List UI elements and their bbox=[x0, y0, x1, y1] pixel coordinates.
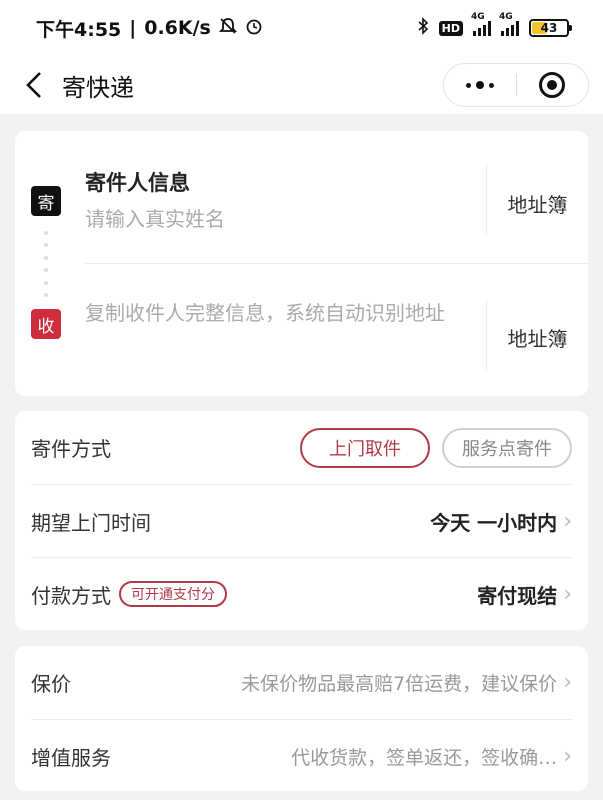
page-title: 寄快递 bbox=[62, 73, 134, 102]
chevron-left-icon bbox=[26, 72, 41, 98]
pickup-time-label: 期望上门时间 bbox=[31, 510, 151, 535]
chevron-right-icon: › bbox=[563, 508, 572, 534]
nav-bar: 寄快递 bbox=[0, 56, 603, 114]
sender-address-book-button[interactable]: 地址簿 bbox=[487, 189, 588, 218]
shipping-options-card: 寄件方式 上门取件 服务点寄件 期望上门时间 今天 一小时内 › 付款方式 可开… bbox=[15, 411, 588, 630]
back-button[interactable] bbox=[0, 56, 60, 114]
payscore-tag[interactable]: 可开通支付分 bbox=[119, 581, 227, 607]
signal-icon: 4G bbox=[499, 12, 519, 36]
extras-card: 保价 未保价物品最高赔7倍运费，建议保价 › 增值服务 代收货款，签单返还，签收… bbox=[15, 646, 588, 791]
close-miniprogram-button[interactable] bbox=[517, 64, 589, 106]
recipient-address-book-button[interactable]: 地址簿 bbox=[487, 323, 588, 352]
bluetooth-icon bbox=[417, 17, 429, 39]
network-speed: 0.6K/s bbox=[144, 17, 211, 39]
address-card: 寄 收 寄件人信息 请输入真实姓名 地址簿 复制收件人完整信息，系统自动识别地址… bbox=[15, 131, 588, 396]
more-dots-icon bbox=[465, 81, 494, 89]
signal-icon: 4G bbox=[471, 12, 491, 36]
more-button[interactable] bbox=[444, 64, 516, 106]
battery-level: 43 bbox=[540, 21, 558, 35]
insurance-row[interactable]: 保价 未保价物品最高赔7倍运费，建议保价 › bbox=[31, 646, 572, 719]
recipient-info-input[interactable]: 复制收件人完整信息，系统自动识别地址 bbox=[85, 297, 475, 330]
pickup-button[interactable]: 上门取件 bbox=[300, 427, 430, 468]
chevron-right-icon: › bbox=[563, 743, 572, 769]
target-icon bbox=[539, 72, 566, 98]
sender-title[interactable]: 寄件人信息 bbox=[85, 167, 190, 197]
payment-method-row[interactable]: 付款方式 可开通支付分 寄付现结 › bbox=[31, 557, 572, 630]
value-added-service-value: 代收货款，签单返还，签收确… bbox=[291, 746, 558, 769]
battery-icon: 43 bbox=[529, 19, 572, 37]
status-bar: 下午4:55 | 0.6K/s HD 4G 4G 43 bbox=[0, 0, 603, 56]
clock: 下午4:55 bbox=[36, 18, 122, 41]
sender-name-input[interactable]: 请输入真实姓名 bbox=[85, 203, 225, 232]
service-point-button[interactable]: 服务点寄件 bbox=[442, 427, 572, 468]
hd-badge: HD bbox=[438, 20, 463, 36]
payment-method-label: 付款方式 bbox=[31, 583, 111, 608]
dotted-connector bbox=[44, 231, 48, 297]
chevron-right-icon: › bbox=[563, 670, 572, 695]
chevron-right-icon: › bbox=[563, 581, 572, 607]
shipping-method-label: 寄件方式 bbox=[31, 437, 111, 461]
sender-badge: 寄 bbox=[31, 186, 61, 216]
value-added-service-label: 增值服务 bbox=[31, 745, 111, 770]
mute-bell-icon bbox=[218, 17, 238, 40]
alarm-icon bbox=[245, 17, 263, 40]
pickup-time-value: 今天 一小时内 bbox=[430, 510, 558, 535]
shipping-method-row: 寄件方式 上门取件 服务点寄件 bbox=[31, 411, 572, 484]
insurance-value: 未保价物品最高赔7倍运费，建议保价 bbox=[241, 673, 558, 695]
pickup-time-row[interactable]: 期望上门时间 今天 一小时内 › bbox=[31, 484, 572, 557]
value-added-service-row[interactable]: 增值服务 代收货款，签单返还，签收确… › bbox=[31, 719, 572, 792]
insurance-label: 保价 bbox=[31, 672, 71, 696]
payment-method-value: 寄付现结 bbox=[477, 583, 558, 608]
miniprogram-capsule bbox=[443, 63, 589, 107]
recipient-badge: 收 bbox=[31, 309, 61, 339]
separator: | bbox=[129, 17, 137, 39]
